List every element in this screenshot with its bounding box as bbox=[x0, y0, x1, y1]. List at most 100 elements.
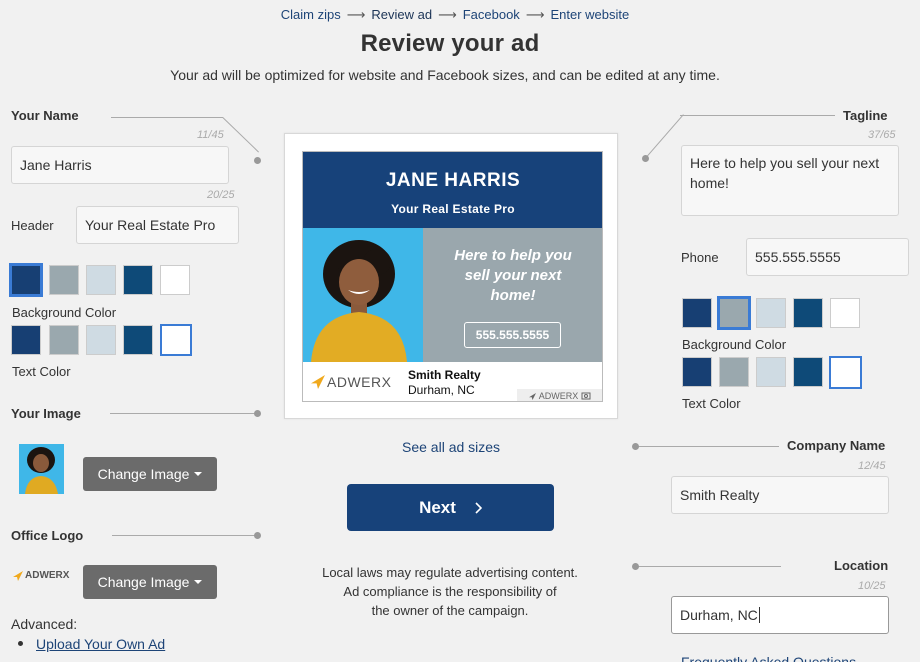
breadcrumb: Claim zips ⟶ Review ad ⟶ Facebook ⟶ Enter webs… bbox=[0, 7, 910, 23]
location-counter: 10/25 bbox=[858, 580, 886, 592]
bg-color-swatch-blue[interactable] bbox=[123, 265, 153, 295]
ad-phone: 555.555.5555 bbox=[464, 322, 561, 348]
right-text-swatch-blue[interactable] bbox=[793, 357, 823, 387]
ad-company: Smith Realty bbox=[408, 368, 481, 382]
text-color-swatch-light[interactable] bbox=[86, 325, 116, 355]
right-bg-color-label: Background Color bbox=[682, 337, 787, 352]
ad-photo bbox=[303, 228, 423, 362]
right-bg-swatch-light[interactable] bbox=[756, 298, 786, 328]
location-input[interactable]: Durham, NC bbox=[671, 596, 889, 634]
ad-badge-text: ADWERX bbox=[538, 391, 579, 401]
right-bg-swatch-blue[interactable] bbox=[793, 298, 823, 328]
connector-line bbox=[110, 413, 257, 414]
page-subtitle: Your ad will be optimized for website an… bbox=[170, 67, 720, 83]
connector-dot bbox=[254, 410, 261, 417]
text-color-swatch-white[interactable] bbox=[160, 324, 192, 356]
person-photo-icon bbox=[25, 447, 58, 494]
change-image-button[interactable]: Change Image bbox=[83, 457, 217, 491]
right-text-swatch-navy[interactable] bbox=[682, 357, 712, 387]
ad-logo: ADWERX bbox=[311, 374, 391, 390]
arrow-right-icon: ⟶ bbox=[346, 7, 366, 22]
legal-line: Local laws may regulate advertising cont… bbox=[322, 565, 578, 580]
ad-preview-frame: JANE HARRIS Your Real Estate Pro Here to… bbox=[284, 133, 618, 419]
connector-line bbox=[636, 446, 779, 447]
ad-preview: JANE HARRIS Your Real Estate Pro Here to… bbox=[302, 151, 603, 402]
text-cursor bbox=[758, 607, 760, 623]
connector-line bbox=[645, 114, 684, 159]
office-logo-thumbnail: ADWERX bbox=[13, 570, 69, 581]
right-text-swatch-white[interactable] bbox=[829, 356, 862, 389]
agent-photo-icon bbox=[311, 240, 407, 362]
your-image-label: Your Image bbox=[11, 406, 81, 421]
bg-color-label: Background Color bbox=[12, 305, 117, 320]
company-name-label: Company Name bbox=[787, 438, 886, 453]
ad-header-text: Your Real Estate Pro bbox=[391, 202, 515, 216]
house-icon bbox=[581, 392, 591, 400]
caret-down-icon bbox=[194, 580, 203, 584]
location-label: Location bbox=[834, 558, 889, 573]
faq-link[interactable]: Frequently Asked Questions bbox=[681, 654, 856, 662]
bullet bbox=[18, 641, 23, 646]
text-color-swatch-gray[interactable] bbox=[49, 325, 79, 355]
header-counter: 20/25 bbox=[207, 189, 235, 201]
text-color-swatch-navy[interactable] bbox=[11, 325, 41, 355]
next-label: Next bbox=[419, 497, 456, 517]
connector-line bbox=[111, 117, 223, 118]
company-input[interactable]: Smith Realty bbox=[671, 476, 889, 514]
header-input[interactable]: Your Real Estate Pro bbox=[76, 206, 239, 244]
your-name-label: Your Name bbox=[11, 108, 79, 123]
ad-header-band: JANE HARRIS Your Real Estate Pro bbox=[303, 152, 602, 228]
change-logo-label: Change Image bbox=[97, 574, 190, 590]
connector-dot bbox=[632, 443, 639, 450]
arrow-right-icon: ⟶ bbox=[525, 7, 545, 22]
upload-own-ad-link[interactable]: Upload Your Own Ad bbox=[36, 636, 165, 652]
right-text-swatch-gray[interactable] bbox=[719, 357, 749, 387]
arrow-right-icon: ⟶ bbox=[438, 7, 457, 22]
ad-agent-name: JANE HARRIS bbox=[385, 170, 521, 191]
caret-down-icon bbox=[194, 472, 203, 476]
profile-thumbnail bbox=[19, 444, 64, 494]
legal-line: Ad compliance is the responsibility of bbox=[343, 584, 557, 599]
text-color-label: Text Color bbox=[12, 364, 71, 379]
ad-footer: ADWERX Smith Realty Durham, NC ADWERX bbox=[303, 362, 602, 401]
change-image-label: Change Image bbox=[97, 466, 190, 482]
connector-line bbox=[680, 115, 835, 116]
location-value: Durham, NC bbox=[680, 607, 758, 623]
right-bg-swatch-navy[interactable] bbox=[682, 298, 712, 328]
name-counter: 11/45 bbox=[197, 129, 224, 141]
bg-color-swatch-navy[interactable] bbox=[9, 263, 43, 297]
connector-dot bbox=[642, 155, 649, 162]
ad-tagline-panel: Here to help you sell your next home! 555.… bbox=[423, 228, 602, 362]
breadcrumb-claim-zips[interactable]: Claim zips bbox=[281, 7, 341, 22]
bg-color-swatch-light[interactable] bbox=[86, 265, 116, 295]
next-button[interactable]: Next bbox=[347, 484, 554, 531]
chevron-right-icon bbox=[475, 501, 482, 514]
tagline-counter: 37/65 bbox=[868, 129, 896, 141]
phone-input[interactable]: 555.555.5555 bbox=[746, 238, 909, 276]
page-title: Review your ad bbox=[360, 30, 540, 57]
breadcrumb-review-ad[interactable]: Review ad bbox=[371, 7, 432, 22]
right-bg-swatch-white[interactable] bbox=[830, 298, 860, 328]
bg-color-swatch-white[interactable] bbox=[160, 265, 190, 295]
adwerx-arrow-icon bbox=[528, 392, 536, 400]
see-all-sizes-link[interactable]: See all ad sizes bbox=[402, 439, 500, 455]
tagline-input[interactable]: Here to help you sell your next home! bbox=[681, 145, 899, 216]
ad-location: Durham, NC bbox=[408, 383, 475, 397]
breadcrumb-enter-website[interactable]: Enter website bbox=[550, 7, 629, 22]
office-logo-text: ADWERX bbox=[25, 570, 70, 581]
right-text-swatch-light[interactable] bbox=[756, 357, 786, 387]
change-logo-button[interactable]: Change Image bbox=[83, 565, 217, 599]
connector-line bbox=[112, 535, 257, 536]
ad-badge: ADWERX bbox=[517, 389, 602, 401]
legal-notice: Local laws may regulate advertising cont… bbox=[300, 563, 600, 620]
right-bg-swatch-gray[interactable] bbox=[717, 296, 751, 330]
right-text-color-label: Text Color bbox=[682, 396, 741, 411]
name-input[interactable]: Jane Harris bbox=[11, 146, 229, 184]
text-color-swatch-blue[interactable] bbox=[123, 325, 153, 355]
connector-dot bbox=[254, 532, 261, 539]
breadcrumb-facebook[interactable]: Facebook bbox=[463, 7, 520, 22]
adwerx-arrow-icon bbox=[311, 375, 325, 389]
connector-line bbox=[636, 566, 781, 567]
bg-color-swatch-gray[interactable] bbox=[49, 265, 79, 295]
company-counter: 12/45 bbox=[858, 460, 886, 472]
